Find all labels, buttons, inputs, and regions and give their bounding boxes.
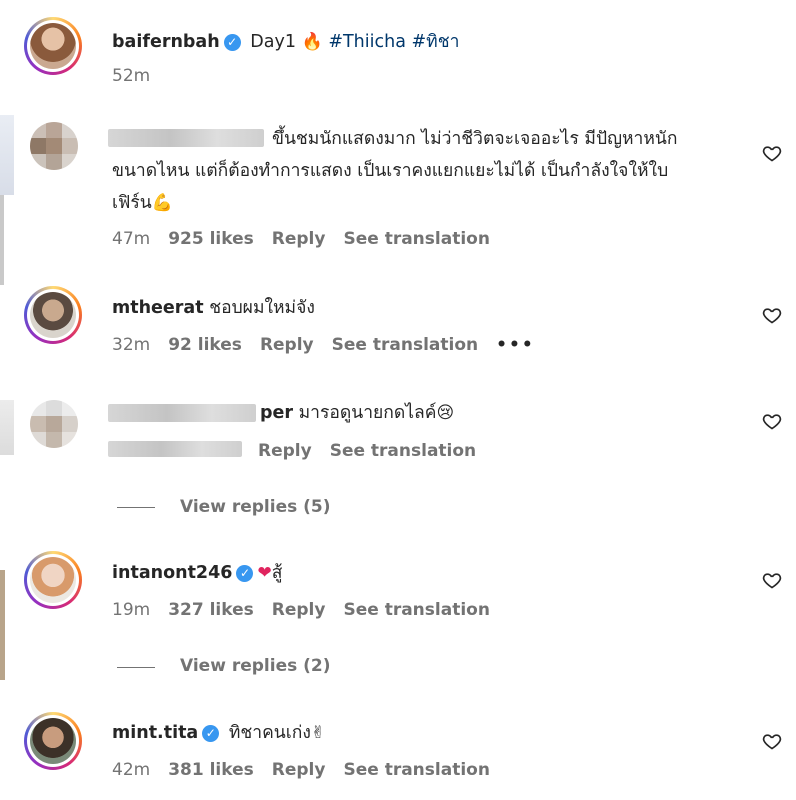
caption: Day1 bbox=[250, 32, 296, 52]
replies-divider bbox=[117, 507, 155, 508]
comment-meta: 42m 381 likes Reply See translation bbox=[112, 760, 508, 780]
username[interactable]: mint.tita bbox=[112, 723, 198, 743]
username-tail[interactable]: per bbox=[260, 403, 293, 423]
username[interactable]: intanont246 bbox=[112, 563, 232, 583]
replies-divider bbox=[117, 667, 155, 668]
avatar-image bbox=[30, 718, 76, 764]
comment-body: ทิชาคนเก่ง bbox=[228, 723, 311, 743]
heart-icon[interactable] bbox=[762, 731, 782, 751]
avatar[interactable] bbox=[24, 17, 82, 75]
comment-text: ขึ้นชมนักแสดงมาก ไม่ว่าชีวิตจะเจออะไร มี… bbox=[272, 129, 678, 149]
username[interactable]: baifernbah bbox=[112, 32, 220, 52]
caption-text: baifernbah ✓ Day1 🔥 #Thiicha #ทิชา bbox=[112, 27, 459, 57]
reply-button[interactable]: Reply bbox=[258, 441, 312, 461]
background-fragment bbox=[0, 400, 14, 455]
see-translation-button[interactable]: See translation bbox=[332, 335, 478, 355]
heart-icon[interactable] bbox=[762, 143, 782, 163]
see-translation-button[interactable]: See translation bbox=[343, 229, 489, 249]
comment-time: 42m bbox=[112, 760, 151, 780]
comment-time: 19m bbox=[112, 600, 151, 620]
red-heart-emoji: ❤ bbox=[257, 563, 272, 583]
sad-face-emoji: 😢 bbox=[436, 403, 455, 423]
like-count[interactable]: 381 likes bbox=[168, 760, 254, 780]
comment-time: 47m bbox=[112, 229, 151, 249]
avatar-image bbox=[30, 292, 76, 338]
like-count[interactable]: 327 likes bbox=[168, 600, 254, 620]
comment-body: สู้ bbox=[271, 563, 283, 583]
see-translation-button[interactable]: See translation bbox=[343, 760, 489, 780]
comment-meta: 32m 92 likes Reply See translation ••• bbox=[112, 335, 553, 355]
background-fragment bbox=[0, 115, 14, 195]
comment-meta-redacted bbox=[108, 441, 242, 457]
reply-button[interactable]: Reply bbox=[260, 335, 314, 355]
view-replies-button[interactable]: View replies (5) bbox=[180, 497, 331, 517]
comment-time: 32m bbox=[112, 335, 151, 355]
victory-hand-emoji: ✌ bbox=[310, 723, 326, 743]
comment-text: mtheerat ชอบผมใหม่จัง bbox=[112, 293, 315, 323]
avatar[interactable] bbox=[30, 400, 78, 448]
avatar[interactable] bbox=[24, 712, 82, 770]
reply-button[interactable]: Reply bbox=[272, 760, 326, 780]
username[interactable] bbox=[108, 404, 256, 422]
avatar[interactable] bbox=[30, 122, 78, 170]
reply-button[interactable]: Reply bbox=[272, 229, 326, 249]
comment-body: ชอบผมใหม่จัง bbox=[209, 298, 315, 318]
avatar-image bbox=[30, 557, 76, 603]
comment-text: เฟิร์น💪 bbox=[112, 188, 173, 218]
comment-body: มารอดูนายกดไลค์ bbox=[298, 403, 437, 423]
heart-icon[interactable] bbox=[762, 305, 782, 325]
comment-text: mint.tita ✓ ทิชาคนเก่ง✌ bbox=[112, 718, 325, 748]
username[interactable]: mtheerat bbox=[112, 298, 204, 318]
avatar[interactable] bbox=[24, 286, 82, 344]
see-translation-button[interactable]: See translation bbox=[330, 441, 476, 461]
comment-meta: 47m 925 likes Reply See translation bbox=[112, 229, 508, 249]
verified-badge-icon: ✓ bbox=[223, 34, 241, 51]
comment-text: intanont246 ✓ ❤สู้ bbox=[112, 558, 282, 588]
comment-meta: Reply See translation bbox=[258, 441, 494, 461]
username[interactable] bbox=[108, 129, 264, 147]
comment-text: เฟิร์น bbox=[112, 193, 152, 213]
like-count[interactable]: 925 likes bbox=[168, 229, 254, 249]
fire-emoji: 🔥 bbox=[301, 32, 323, 52]
like-count[interactable]: 92 likes bbox=[168, 335, 242, 355]
verified-badge-icon: ✓ bbox=[236, 565, 254, 582]
see-translation-button[interactable]: See translation bbox=[343, 600, 489, 620]
view-replies-button[interactable]: View replies (2) bbox=[180, 656, 331, 676]
comment-meta: 19m 327 likes Reply See translation bbox=[112, 600, 508, 620]
avatar-image bbox=[30, 23, 76, 69]
heart-icon[interactable] bbox=[762, 411, 782, 431]
hashtag-link[interactable]: #Thiicha bbox=[328, 32, 406, 52]
hashtag-link[interactable]: #ทิชา bbox=[412, 32, 460, 52]
heart-icon[interactable] bbox=[762, 570, 782, 590]
post-timestamp: 52m bbox=[112, 66, 151, 86]
background-fragment bbox=[0, 570, 5, 680]
avatar[interactable] bbox=[24, 551, 82, 609]
flexed-biceps-emoji: 💪 bbox=[151, 193, 173, 213]
comment-text: per มารอดูนายกดไลค์😢 bbox=[260, 398, 454, 428]
background-fragment bbox=[0, 195, 4, 285]
verified-badge-icon: ✓ bbox=[202, 725, 220, 742]
more-options-icon[interactable]: ••• bbox=[496, 335, 535, 355]
reply-button[interactable]: Reply bbox=[272, 600, 326, 620]
comment-text: ขนาดไหน แต่ก็ต้องทำการแสดง เป็นเราคงแยกแ… bbox=[112, 161, 669, 181]
